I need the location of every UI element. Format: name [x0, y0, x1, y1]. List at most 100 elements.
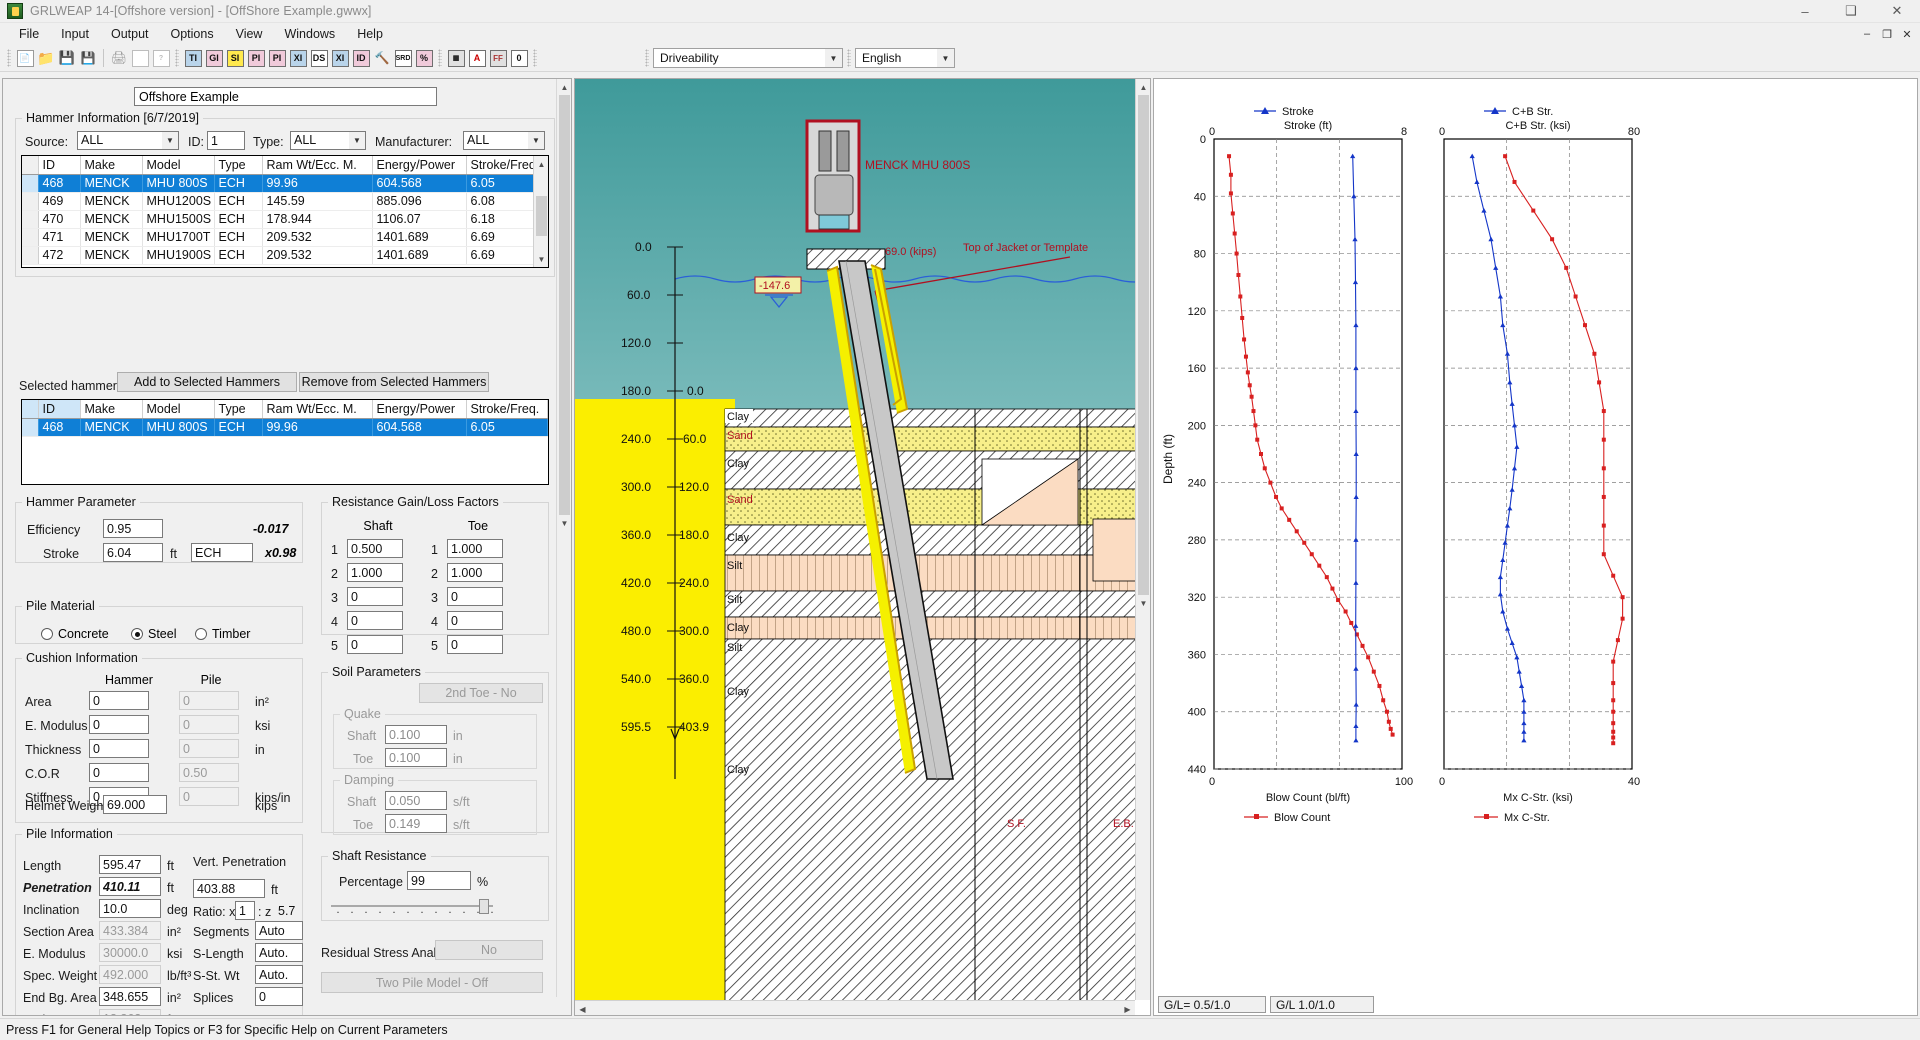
cushion-hammer-input-3[interactable]	[89, 763, 149, 782]
hammer-database-table[interactable]: ID Make Model Type Ram Wt/Ecc. M. Energy…	[21, 155, 549, 268]
mdi-minimize-button[interactable]: –	[1858, 25, 1876, 43]
grid-icon[interactable]: ▦	[446, 48, 466, 68]
table-row[interactable]: 472MENCKMHU1900SECH209.5321401.6896.69	[22, 246, 548, 264]
pile-right-input-0[interactable]	[255, 921, 303, 940]
pile-input-6[interactable]	[99, 987, 161, 1006]
cell-type[interactable]: ECH	[214, 228, 262, 246]
resistance-shaft-input-3[interactable]	[347, 587, 403, 606]
lp-scroll-thumb[interactable]	[559, 95, 570, 515]
table-row[interactable]: 471MENCKMHU1700TECH209.5321401.6896.69	[22, 228, 548, 246]
pile-input-2[interactable]	[99, 899, 161, 918]
toolbar-grip-5[interactable]	[645, 49, 649, 67]
percent-icon[interactable]: %	[414, 48, 434, 68]
cell-ram[interactable]: 178.944	[262, 210, 372, 228]
cell-energy[interactable]: 604.568	[372, 418, 466, 436]
cell-ram[interactable]: 209.532	[262, 228, 372, 246]
cell-id[interactable]: 470	[38, 210, 80, 228]
page-setup-icon[interactable]: ?	[151, 48, 171, 68]
open-folder-icon[interactable]: 📁	[36, 48, 56, 68]
sel-col-type[interactable]: Type	[214, 400, 262, 418]
quake-toe-input[interactable]	[385, 748, 447, 767]
drawing-scroll-up-icon[interactable]: ▲	[1136, 79, 1151, 95]
drawing-v-thumb[interactable]	[1138, 95, 1149, 595]
cell-model[interactable]: MHU1700T	[142, 228, 214, 246]
col-energy[interactable]: Energy/Power	[372, 156, 466, 174]
col-ram[interactable]: Ram Wt/Ecc. M.	[262, 156, 372, 174]
menu-output[interactable]: Output	[100, 25, 160, 43]
cell-make[interactable]: MENCK	[80, 210, 142, 228]
cushion-pile-input-4[interactable]	[179, 787, 239, 806]
pile-input-4[interactable]	[99, 943, 161, 962]
cell-make[interactable]: MENCK	[80, 228, 142, 246]
si-icon[interactable]: SI	[225, 48, 245, 68]
pile-material-timber[interactable]: Timber	[195, 627, 250, 641]
ti-icon[interactable]: TI	[183, 48, 203, 68]
shaft-resistance-slider[interactable]	[331, 899, 493, 913]
scroll-up-icon[interactable]: ▲	[534, 156, 549, 172]
ff-icon[interactable]: FF	[488, 48, 508, 68]
hammer-table-scrollbar[interactable]: ▲ ▼	[533, 156, 548, 267]
cushion-hammer-input-0[interactable]	[89, 691, 149, 710]
toolbar-grip-2[interactable]	[175, 49, 179, 67]
second-toe-button[interactable]: 2nd Toe - No	[419, 683, 543, 703]
unit-system-select[interactable]: English ▼	[855, 48, 955, 68]
cell-type[interactable]: ECH	[214, 418, 262, 436]
slider-thumb[interactable]	[479, 899, 489, 914]
efficiency-input[interactable]	[103, 519, 163, 538]
table-row[interactable]: 470MENCKMHU1500SECH178.9441106.076.18	[22, 210, 548, 228]
col-id[interactable]: ID	[38, 156, 80, 174]
cell-energy[interactable]: 1401.689	[372, 228, 466, 246]
cell-type[interactable]: ECH	[214, 192, 262, 210]
font-a-icon[interactable]: A	[467, 48, 487, 68]
resistance-toe-input-4[interactable]	[447, 611, 503, 630]
toolbar-grip-4[interactable]	[533, 49, 537, 67]
cell-id[interactable]: 472	[38, 246, 80, 264]
new-document-icon[interactable]: 📄	[15, 48, 35, 68]
cell-make[interactable]: MENCK	[80, 418, 142, 436]
cell-id[interactable]: 469	[38, 192, 80, 210]
type-select[interactable]: ALL ▼	[290, 131, 366, 150]
save-all-icon[interactable]: 💾	[78, 48, 98, 68]
col-type[interactable]: Type	[214, 156, 262, 174]
pile-drawing-panel[interactable]: MENCK MHU 800S 69.0 (kips) Top of Jacket…	[574, 78, 1151, 1016]
cell-model[interactable]: MHU1900S	[142, 246, 214, 264]
toolbar-grip-6[interactable]	[847, 49, 851, 67]
cell-model[interactable]: MHU1500S	[142, 210, 214, 228]
vert-penetration-input[interactable]	[193, 879, 265, 898]
two-pile-model-button[interactable]: Two Pile Model - Off	[321, 972, 543, 993]
resistance-shaft-input-2[interactable]	[347, 563, 403, 582]
pile-right-input-1[interactable]	[255, 943, 303, 962]
cell-id[interactable]: 468	[38, 418, 80, 436]
toolbar-grip-3[interactable]	[438, 49, 442, 67]
maximize-button[interactable]: ❑	[1828, 0, 1874, 23]
drawing-scroll-left-icon[interactable]: ◀	[575, 1001, 590, 1016]
pile-input-0[interactable]	[99, 855, 161, 874]
cell-make[interactable]: MENCK	[80, 174, 142, 192]
cushion-hammer-input-1[interactable]	[89, 715, 149, 734]
print-icon[interactable]: 🖨	[109, 48, 129, 68]
pile-input-3[interactable]	[99, 921, 161, 940]
cell-energy[interactable]: 885.096	[372, 192, 466, 210]
row-gutter[interactable]	[22, 418, 38, 436]
manufacturer-select[interactable]: ALL ▼	[463, 131, 545, 150]
col-model[interactable]: Model	[142, 156, 214, 174]
close-button[interactable]: ✕	[1874, 0, 1920, 23]
pile-material-concrete[interactable]: Concrete	[41, 627, 109, 641]
cushion-pile-input-2[interactable]	[179, 739, 239, 758]
toolbar-grip[interactable]	[7, 49, 11, 67]
id-icon[interactable]: ID	[351, 48, 371, 68]
pile-input-1[interactable]	[99, 877, 161, 896]
pile-input-7[interactable]	[99, 1009, 161, 1016]
row-gutter[interactable]	[22, 192, 38, 210]
pile-material-steel[interactable]: Steel	[131, 627, 177, 641]
stroke-type-input[interactable]	[191, 543, 253, 562]
print-preview-icon[interactable]	[130, 48, 150, 68]
damping-toe-input[interactable]	[385, 814, 447, 833]
resistance-toe-input-3[interactable]	[447, 587, 503, 606]
pi-icon[interactable]: PI	[246, 48, 266, 68]
drawing-canvas[interactable]: MENCK MHU 800S 69.0 (kips) Top of Jacket…	[575, 79, 1135, 1000]
resistance-shaft-input-4[interactable]	[347, 611, 403, 630]
cell-model[interactable]: MHU 800S	[142, 174, 214, 192]
menu-file[interactable]: File	[8, 25, 50, 43]
ratio-x-input[interactable]	[235, 901, 255, 920]
